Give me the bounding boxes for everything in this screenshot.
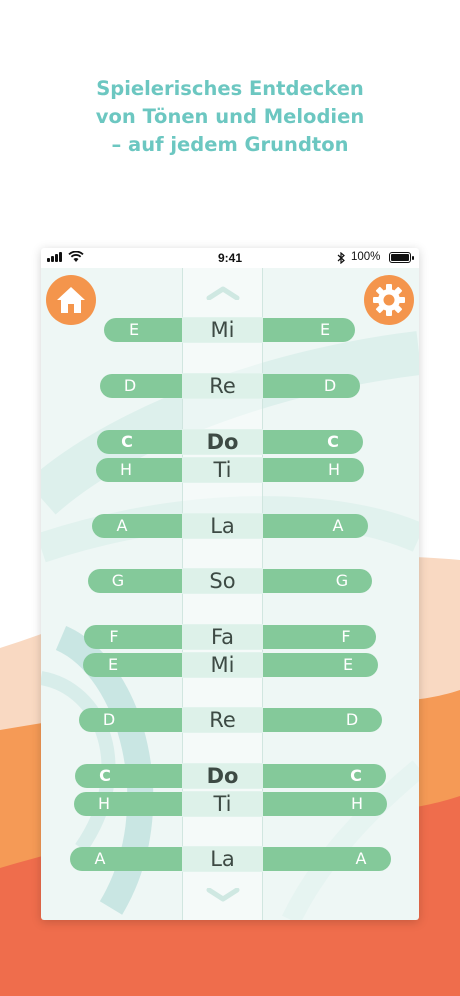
note-right-label: C — [327, 432, 339, 451]
note-left-label: H — [97, 794, 111, 813]
note-left-label: E — [128, 320, 140, 339]
note-right-label: A — [332, 516, 344, 535]
headline-line-2: von Tönen und Melodien — [95, 105, 365, 128]
note-right-label: H — [327, 460, 341, 479]
gear-icon — [373, 284, 405, 316]
note-left-label: D — [123, 376, 137, 395]
note-right-label: C — [350, 766, 362, 785]
home-icon — [57, 287, 85, 313]
solfege-column — [182, 268, 263, 920]
solfege-label-mi[interactable]: Mi — [182, 317, 263, 343]
note-right-label: A — [355, 849, 367, 868]
note-left-label: H — [119, 460, 133, 479]
status-bar: 9:41 100% — [41, 248, 419, 268]
note-right-label: F — [341, 627, 351, 646]
solfege-label-ti[interactable]: Ti — [182, 791, 263, 817]
note-right-label: E — [342, 655, 354, 674]
phone-screen: 9:41 100% E E Mi D D Re C C Do H H Ti A … — [41, 248, 419, 920]
solfege-label-do[interactable]: Do — [182, 429, 263, 455]
solfege-label-re[interactable]: Re — [182, 707, 263, 733]
note-right-label: G — [335, 571, 349, 590]
solfege-label-la[interactable]: La — [182, 513, 263, 539]
solfege-label-la[interactable]: La — [182, 846, 263, 872]
note-left-label: A — [116, 516, 128, 535]
battery-icon — [389, 252, 414, 263]
scroll-down-button[interactable] — [205, 884, 241, 906]
solfege-label-mi[interactable]: Mi — [182, 652, 263, 678]
scroll-up-button[interactable] — [205, 282, 241, 304]
battery-percentage: 100% — [351, 251, 381, 263]
note-right-label: D — [323, 376, 337, 395]
note-left-label: A — [94, 849, 106, 868]
note-left-label: F — [109, 627, 119, 646]
solfege-label-fa[interactable]: Fa — [182, 624, 263, 650]
solfege-label-ti[interactable]: Ti — [182, 457, 263, 483]
chevron-up-icon — [206, 286, 240, 300]
bluetooth-icon — [337, 252, 345, 264]
settings-button[interactable] — [364, 275, 414, 325]
solfege-label-so[interactable]: So — [182, 568, 263, 594]
note-left-label: C — [121, 432, 133, 451]
solfege-label-re[interactable]: Re — [182, 373, 263, 399]
home-button[interactable] — [46, 275, 96, 325]
headline-line-3: – auf jedem Grundton — [111, 133, 349, 156]
note-right-label: E — [319, 320, 331, 339]
chevron-down-icon — [206, 888, 240, 902]
note-right-label: D — [345, 710, 359, 729]
note-left-label: E — [107, 655, 119, 674]
solfege-label-do[interactable]: Do — [182, 763, 263, 789]
promo-headline: Spielerisches Entdecken von Tönen und Me… — [0, 75, 460, 159]
note-right-label: H — [350, 794, 364, 813]
headline-line-1: Spielerisches Entdecken — [96, 77, 364, 100]
note-left-label: G — [111, 571, 125, 590]
note-left-label: C — [99, 766, 111, 785]
note-left-label: D — [102, 710, 116, 729]
